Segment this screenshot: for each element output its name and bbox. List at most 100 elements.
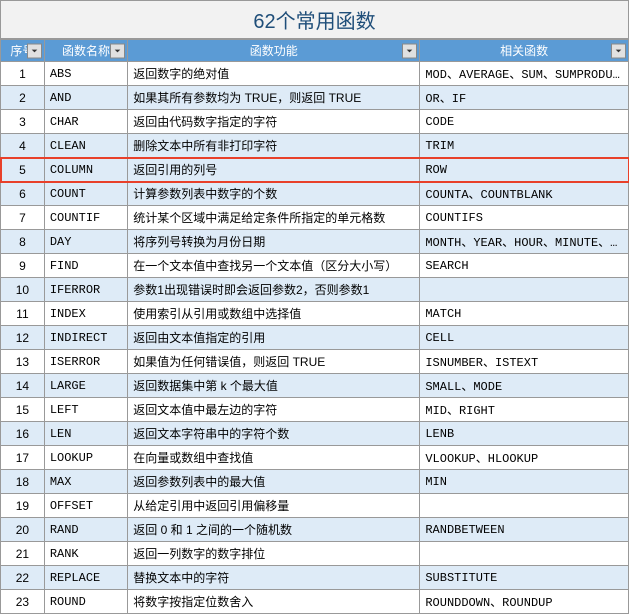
cell-rel: MATCH	[420, 302, 629, 326]
cell-name: ROUND	[44, 590, 127, 614]
filter-dropdown-icon[interactable]	[402, 43, 417, 58]
cell-n: 2	[1, 86, 45, 110]
cell-rel: SEARCH	[420, 254, 629, 278]
cell-name: REPLACE	[44, 566, 127, 590]
cell-rel: MOD、AVERAGE、SUM、SUMPRODUCT	[420, 62, 629, 86]
cell-func: 如果其所有参数均为 TRUE，则返回 TRUE	[128, 86, 420, 110]
cell-rel: SMALL、MODE	[420, 374, 629, 398]
cell-func: 返回数据集中第 k 个最大值	[128, 374, 420, 398]
cell-rel: ISNUMBER、ISTEXT	[420, 350, 629, 374]
table-row: 8DAY将序列号转换为月份日期MONTH、YEAR、HOUR、MINUTE、SE…	[1, 230, 629, 254]
cell-rel: TRIM	[420, 134, 629, 158]
cell-n: 10	[1, 278, 45, 302]
filter-dropdown-icon[interactable]	[27, 43, 42, 58]
cell-n: 5	[1, 158, 45, 182]
cell-name: LOOKUP	[44, 446, 127, 470]
column-header[interactable]: 函数名称	[44, 40, 127, 62]
cell-func: 返回 0 和 1 之间的一个随机数	[128, 518, 420, 542]
cell-n: 19	[1, 494, 45, 518]
cell-func: 将数字按指定位数舍入	[128, 590, 420, 614]
cell-func: 返回一列数字的数字排位	[128, 542, 420, 566]
cell-n: 18	[1, 470, 45, 494]
cell-func: 删除文本中所有非打印字符	[128, 134, 420, 158]
table-row: 14LARGE返回数据集中第 k 个最大值SMALL、MODE	[1, 374, 629, 398]
cell-n: 22	[1, 566, 45, 590]
table-row: 13ISERROR如果值为任何错误值，则返回 TRUEISNUMBER、ISTE…	[1, 350, 629, 374]
cell-func: 返回由代码数字指定的字符	[128, 110, 420, 134]
cell-n: 14	[1, 374, 45, 398]
table-row: 19OFFSET从给定引用中返回引用偏移量	[1, 494, 629, 518]
cell-rel: SUBSTITUTE	[420, 566, 629, 590]
table-row: 5COLUMN返回引用的列号ROW	[1, 158, 629, 182]
cell-func: 从给定引用中返回引用偏移量	[128, 494, 420, 518]
table-row: 18MAX返回参数列表中的最大值MIN	[1, 470, 629, 494]
cell-name: CLEAN	[44, 134, 127, 158]
cell-rel: CODE	[420, 110, 629, 134]
cell-func: 返回文本字符串中的字符个数	[128, 422, 420, 446]
cell-n: 21	[1, 542, 45, 566]
cell-n: 15	[1, 398, 45, 422]
cell-func: 如果值为任何错误值，则返回 TRUE	[128, 350, 420, 374]
table-row: 12INDIRECT返回由文本值指定的引用CELL	[1, 326, 629, 350]
cell-func: 返回数字的绝对值	[128, 62, 420, 86]
cell-n: 13	[1, 350, 45, 374]
cell-name: INDIRECT	[44, 326, 127, 350]
table-row: 17LOOKUP在向量或数组中查找值VLOOKUP、HLOOKUP	[1, 446, 629, 470]
filter-dropdown-icon[interactable]	[110, 43, 125, 58]
cell-name: AND	[44, 86, 127, 110]
cell-rel: OR、IF	[420, 86, 629, 110]
cell-name: LARGE	[44, 374, 127, 398]
cell-n: 7	[1, 206, 45, 230]
column-header[interactable]: 函数功能	[128, 40, 420, 62]
table-row: 4CLEAN删除文本中所有非打印字符TRIM	[1, 134, 629, 158]
cell-func: 将序列号转换为月份日期	[128, 230, 420, 254]
table-row: 11INDEX使用索引从引用或数组中选择值MATCH	[1, 302, 629, 326]
cell-name: IFERROR	[44, 278, 127, 302]
cell-name: LEFT	[44, 398, 127, 422]
column-header[interactable]: 相关函数	[420, 40, 629, 62]
table-row: 23ROUND将数字按指定位数舍入ROUNDDOWN、ROUNDUP	[1, 590, 629, 614]
cell-func: 返回文本值中最左边的字符	[128, 398, 420, 422]
cell-rel: LENB	[420, 422, 629, 446]
column-header[interactable]: 序号	[1, 40, 45, 62]
table-row: 21RANK返回一列数字的数字排位	[1, 542, 629, 566]
cell-name: LEN	[44, 422, 127, 446]
cell-n: 9	[1, 254, 45, 278]
cell-rel: COUNTA、COUNTBLANK	[420, 182, 629, 206]
cell-n: 6	[1, 182, 45, 206]
cell-rel: VLOOKUP、HLOOKUP	[420, 446, 629, 470]
header-label: 函数功能	[250, 44, 298, 58]
cell-rel: ROW	[420, 158, 629, 182]
cell-n: 20	[1, 518, 45, 542]
cell-name: FIND	[44, 254, 127, 278]
cell-n: 8	[1, 230, 45, 254]
cell-rel: MONTH、YEAR、HOUR、MINUTE、SECOND、NOW	[420, 230, 629, 254]
table-row: 20RAND返回 0 和 1 之间的一个随机数RANDBETWEEN	[1, 518, 629, 542]
cell-rel: COUNTIFS	[420, 206, 629, 230]
cell-rel	[420, 494, 629, 518]
cell-name: RAND	[44, 518, 127, 542]
table-row: 10IFERROR参数1出现错误时即会返回参数2，否则参数1	[1, 278, 629, 302]
cell-name: ISERROR	[44, 350, 127, 374]
cell-rel: ROUNDDOWN、ROUNDUP	[420, 590, 629, 614]
cell-n: 1	[1, 62, 45, 86]
cell-name: CHAR	[44, 110, 127, 134]
cell-rel	[420, 542, 629, 566]
cell-func: 参数1出现错误时即会返回参数2，否则参数1	[128, 278, 420, 302]
cell-n: 3	[1, 110, 45, 134]
cell-func: 替换文本中的字符	[128, 566, 420, 590]
cell-func: 计算参数列表中数字的个数	[128, 182, 420, 206]
filter-dropdown-icon[interactable]	[611, 43, 626, 58]
cell-name: DAY	[44, 230, 127, 254]
cell-name: OFFSET	[44, 494, 127, 518]
cell-func: 在一个文本值中查找另一个文本值（区分大小写）	[128, 254, 420, 278]
table-row: 7COUNTIF统计某个区域中满足给定条件所指定的单元格数COUNTIFS	[1, 206, 629, 230]
cell-n: 17	[1, 446, 45, 470]
table-row: 9FIND在一个文本值中查找另一个文本值（区分大小写）SEARCH	[1, 254, 629, 278]
cell-name: COUNT	[44, 182, 127, 206]
cell-n: 16	[1, 422, 45, 446]
cell-rel: MID、RIGHT	[420, 398, 629, 422]
cell-name: RANK	[44, 542, 127, 566]
cell-n: 11	[1, 302, 45, 326]
table-row: 2AND如果其所有参数均为 TRUE，则返回 TRUEOR、IF	[1, 86, 629, 110]
